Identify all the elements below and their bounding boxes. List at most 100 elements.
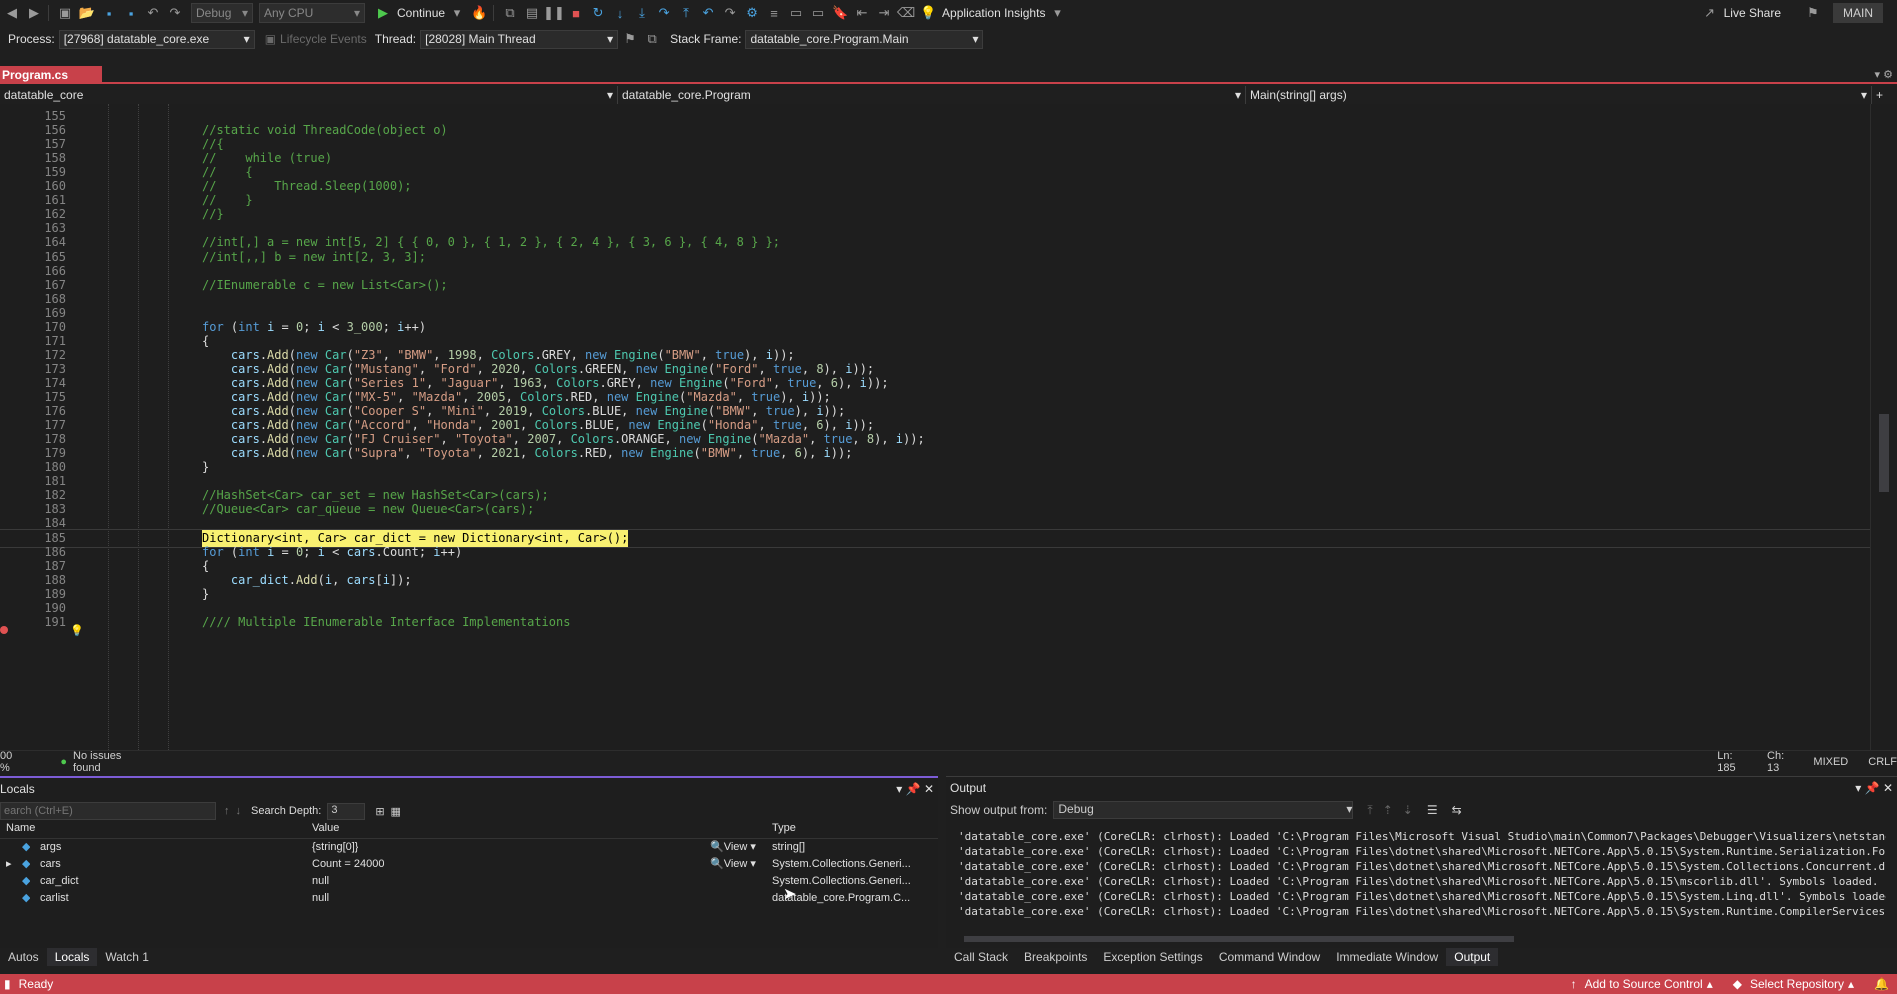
back-icon[interactable]: ◀ <box>2 3 22 23</box>
chevron-down-icon[interactable]: ▾ <box>1047 3 1067 23</box>
step-back-icon[interactable]: ↶ <box>698 3 718 23</box>
table-icon[interactable]: ▦ <box>391 805 401 818</box>
view-button[interactable]: 🔍View ▾ <box>710 856 756 873</box>
thread-combo[interactable]: [28028] Main Thread ▾ <box>420 29 619 49</box>
diagnostic-icon[interactable]: ⚙ <box>742 3 762 23</box>
comment-icon[interactable]: ▭ <box>786 3 806 23</box>
find-message-icon[interactable]: ⤒ <box>1367 803 1372 818</box>
continue-button[interactable]: Continue <box>397 6 445 20</box>
row-value[interactable]: null <box>312 890 329 907</box>
undo-icon[interactable]: ↶ <box>143 3 163 23</box>
open-folder-icon[interactable]: 📂 <box>77 3 97 23</box>
lifecycle-events-icon[interactable]: ▣ <box>265 32 276 46</box>
thread-filter-icon[interactable]: ⧉ <box>642 29 662 49</box>
flag-icon[interactable]: ⚑ <box>620 29 640 49</box>
tab-exception-settings[interactable]: Exception Settings <box>1095 948 1210 966</box>
table-row[interactable]: ◆ car_dict null System.Collections.Gener… <box>0 873 920 890</box>
tab-output[interactable]: Output <box>1446 948 1499 966</box>
continue-play-icon[interactable]: ▶ <box>373 3 393 23</box>
project-dropdown[interactable]: datatable_core ▾ <box>0 86 618 104</box>
browse-icon[interactable]: ⧉ <box>500 3 520 23</box>
application-insights-button[interactable]: Application Insights <box>942 6 1045 20</box>
table-row[interactable]: ◆ args {string[0]} 🔍View ▾ string[] <box>0 839 920 856</box>
encoding-indicator[interactable]: MIXED <box>1813 756 1848 768</box>
class-dropdown[interactable]: datatable_core.Program ▾ <box>618 86 1246 104</box>
hot-reload-icon[interactable]: 🔥 <box>469 3 489 23</box>
platform-combo[interactable]: Any CPU ▾ <box>259 3 365 23</box>
process-combo[interactable]: [27968] datatable_core.exe ▾ <box>58 29 255 49</box>
output-text[interactable]: 'datatable_core.exe' (CoreCLR: clrhost):… <box>946 829 1886 919</box>
new-project-icon[interactable]: ▣ <box>55 3 75 23</box>
stack-frame-combo[interactable]: datatable_core.Program.Main ▾ <box>745 29 984 49</box>
save-icon[interactable]: ▪ <box>99 3 119 23</box>
lightbulb-icon[interactable]: 💡 <box>70 624 84 637</box>
code-line[interactable]: 191 //// Multiple IEnumerable Interface I… <box>0 614 1870 631</box>
member-dropdown[interactable]: Main(string[] args) ▾ <box>1246 86 1872 104</box>
pin-icon[interactable]: 📌 <box>1865 781 1880 795</box>
zoom-level[interactable]: 00 % <box>0 750 20 774</box>
redo-icon[interactable]: ↷ <box>165 3 185 23</box>
feedback-icon[interactable]: ⚑ <box>1803 3 1823 23</box>
scrollbar-thumb[interactable] <box>964 936 1514 942</box>
live-share-button[interactable]: Live Share <box>1724 6 1781 20</box>
next-message-icon[interactable]: ⇣ <box>1403 803 1413 817</box>
prev-bookmark-icon[interactable]: ⇤ <box>852 3 872 23</box>
format-icon[interactable]: ≡ <box>764 3 784 23</box>
code-editor[interactable]: 155 156//static void ThreadCode(object o)… <box>0 104 1897 750</box>
add-to-source-control-button[interactable]: Add to Source Control <box>1585 977 1703 991</box>
step-into-icon[interactable]: ⤓ <box>632 3 652 23</box>
row-value[interactable]: null <box>312 873 329 890</box>
column-number[interactable]: Ch: 13 <box>1767 750 1793 774</box>
line-ending-indicator[interactable]: CRLF <box>1868 756 1897 768</box>
clear-bookmarks-icon[interactable]: ⌫ <box>896 3 916 23</box>
step-over-icon[interactable]: ↷ <box>654 3 674 23</box>
search-depth-combo[interactable]: 3 <box>327 802 366 820</box>
notifications-icon[interactable]: 🔔 <box>1874 977 1889 991</box>
stop-icon[interactable]: ■ <box>566 3 586 23</box>
step-forward-icon[interactable]: ↷ <box>720 3 740 23</box>
line-number[interactable]: 191 <box>0 614 66 631</box>
pin-icon[interactable]: 📌 <box>906 782 921 796</box>
issues-indicator[interactable]: No issues found <box>73 750 137 774</box>
column-header-value[interactable]: Value <box>312 822 339 834</box>
column-header-type[interactable]: Type <box>772 822 796 834</box>
tab-program-cs[interactable]: Program.cs <box>0 66 102 84</box>
split-editor-icon[interactable]: + <box>1872 86 1897 104</box>
branch-badge[interactable]: MAIN <box>1833 3 1883 23</box>
prev-message-icon[interactable]: ⇡ <box>1383 803 1393 817</box>
show-next-statement-icon[interactable]: ↓ <box>610 3 630 23</box>
gear-icon[interactable]: ⚙ <box>1883 69 1893 81</box>
expand-icon[interactable]: ▸ <box>6 856 12 873</box>
row-value[interactable]: {string[0]} <box>312 839 358 856</box>
restart-icon[interactable]: ↻ <box>588 3 608 23</box>
tab-autos[interactable]: Autos <box>0 948 47 966</box>
save-all-icon[interactable]: ▪ <box>121 3 141 23</box>
tab-call-stack[interactable]: Call Stack <box>946 948 1016 966</box>
uncomment-icon[interactable]: ▭ <box>808 3 828 23</box>
table-row[interactable]: ▸ ◆ cars Count = 24000 🔍View ▾ System.Co… <box>0 856 920 873</box>
clear-all-icon[interactable]: ☰ <box>1427 803 1438 817</box>
search-up-icon[interactable]: ↑ <box>224 805 230 817</box>
view-button[interactable]: 🔍View ▾ <box>710 839 756 856</box>
chevron-down-icon[interactable]: ▾ <box>1855 781 1861 795</box>
line-number[interactable]: Ln: 185 <box>1717 750 1747 774</box>
tab-watch-1[interactable]: Watch 1 <box>97 948 157 966</box>
editor-scrollbar[interactable] <box>1870 104 1897 750</box>
tab-locals[interactable]: Locals <box>46 948 98 966</box>
chevron-down-icon[interactable]: ▾ <box>896 782 902 796</box>
step-out-icon[interactable]: ⤒ <box>676 3 696 23</box>
next-bookmark-icon[interactable]: ⇥ <box>874 3 894 23</box>
tab-immediate-window[interactable]: Immediate Window <box>1328 948 1446 966</box>
tab-breakpoints[interactable]: Breakpoints <box>1016 948 1095 966</box>
output-source-combo[interactable]: Debug ▾ <box>1053 801 1354 819</box>
search-down-icon[interactable]: ↓ <box>236 805 242 817</box>
column-header-name[interactable]: Name <box>6 822 35 834</box>
breakpoint-arrow-icon[interactable] <box>0 626 8 634</box>
tab-command-window[interactable]: Command Window <box>1211 948 1328 966</box>
close-icon[interactable]: ✕ <box>1883 781 1893 795</box>
locals-search-input[interactable] <box>0 802 216 820</box>
row-value[interactable]: Count = 24000 <box>312 856 384 873</box>
pause-icon[interactable]: ❚❚ <box>543 3 565 23</box>
layout-icon[interactable]: ▤ <box>522 3 542 23</box>
scrollbar-thumb[interactable] <box>1879 414 1889 492</box>
